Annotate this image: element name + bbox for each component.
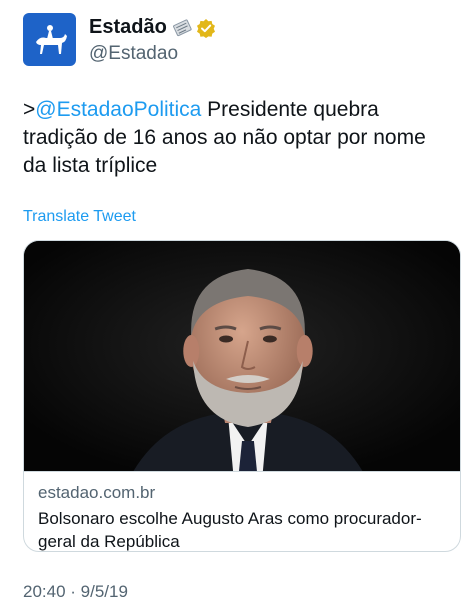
- translate-tweet-link[interactable]: Translate Tweet: [23, 208, 136, 226]
- tweet-timestamp[interactable]: 20:40 · 9/5/19: [23, 582, 128, 602]
- link-card[interactable]: estadao.com.br Bolsonaro escolhe Augusto…: [23, 240, 461, 552]
- tweet-header: Estadão @Estadao: [23, 13, 216, 66]
- newspaper-icon: [172, 18, 194, 38]
- account-names: Estadão @Estadao: [89, 15, 216, 65]
- card-body: estadao.com.br Bolsonaro escolhe Augusto…: [24, 471, 460, 551]
- mention-link[interactable]: @EstadaoPolitica: [35, 98, 201, 121]
- display-name[interactable]: Estadão: [89, 16, 167, 39]
- card-title[interactable]: Bolsonaro escolhe Augusto Aras como proc…: [38, 507, 446, 551]
- tweet-prefix: >: [23, 98, 36, 121]
- gold-verified-badge-icon: [196, 18, 216, 38]
- horse-rider-logo-icon: [35, 24, 67, 54]
- tweet-text: >@EstadaoPolitica Presidente quebra trad…: [23, 96, 453, 180]
- avatar[interactable]: [23, 13, 76, 66]
- card-domain: estadao.com.br: [38, 483, 156, 502]
- card-image[interactable]: [24, 241, 460, 471]
- account-handle[interactable]: @Estadao: [89, 43, 216, 65]
